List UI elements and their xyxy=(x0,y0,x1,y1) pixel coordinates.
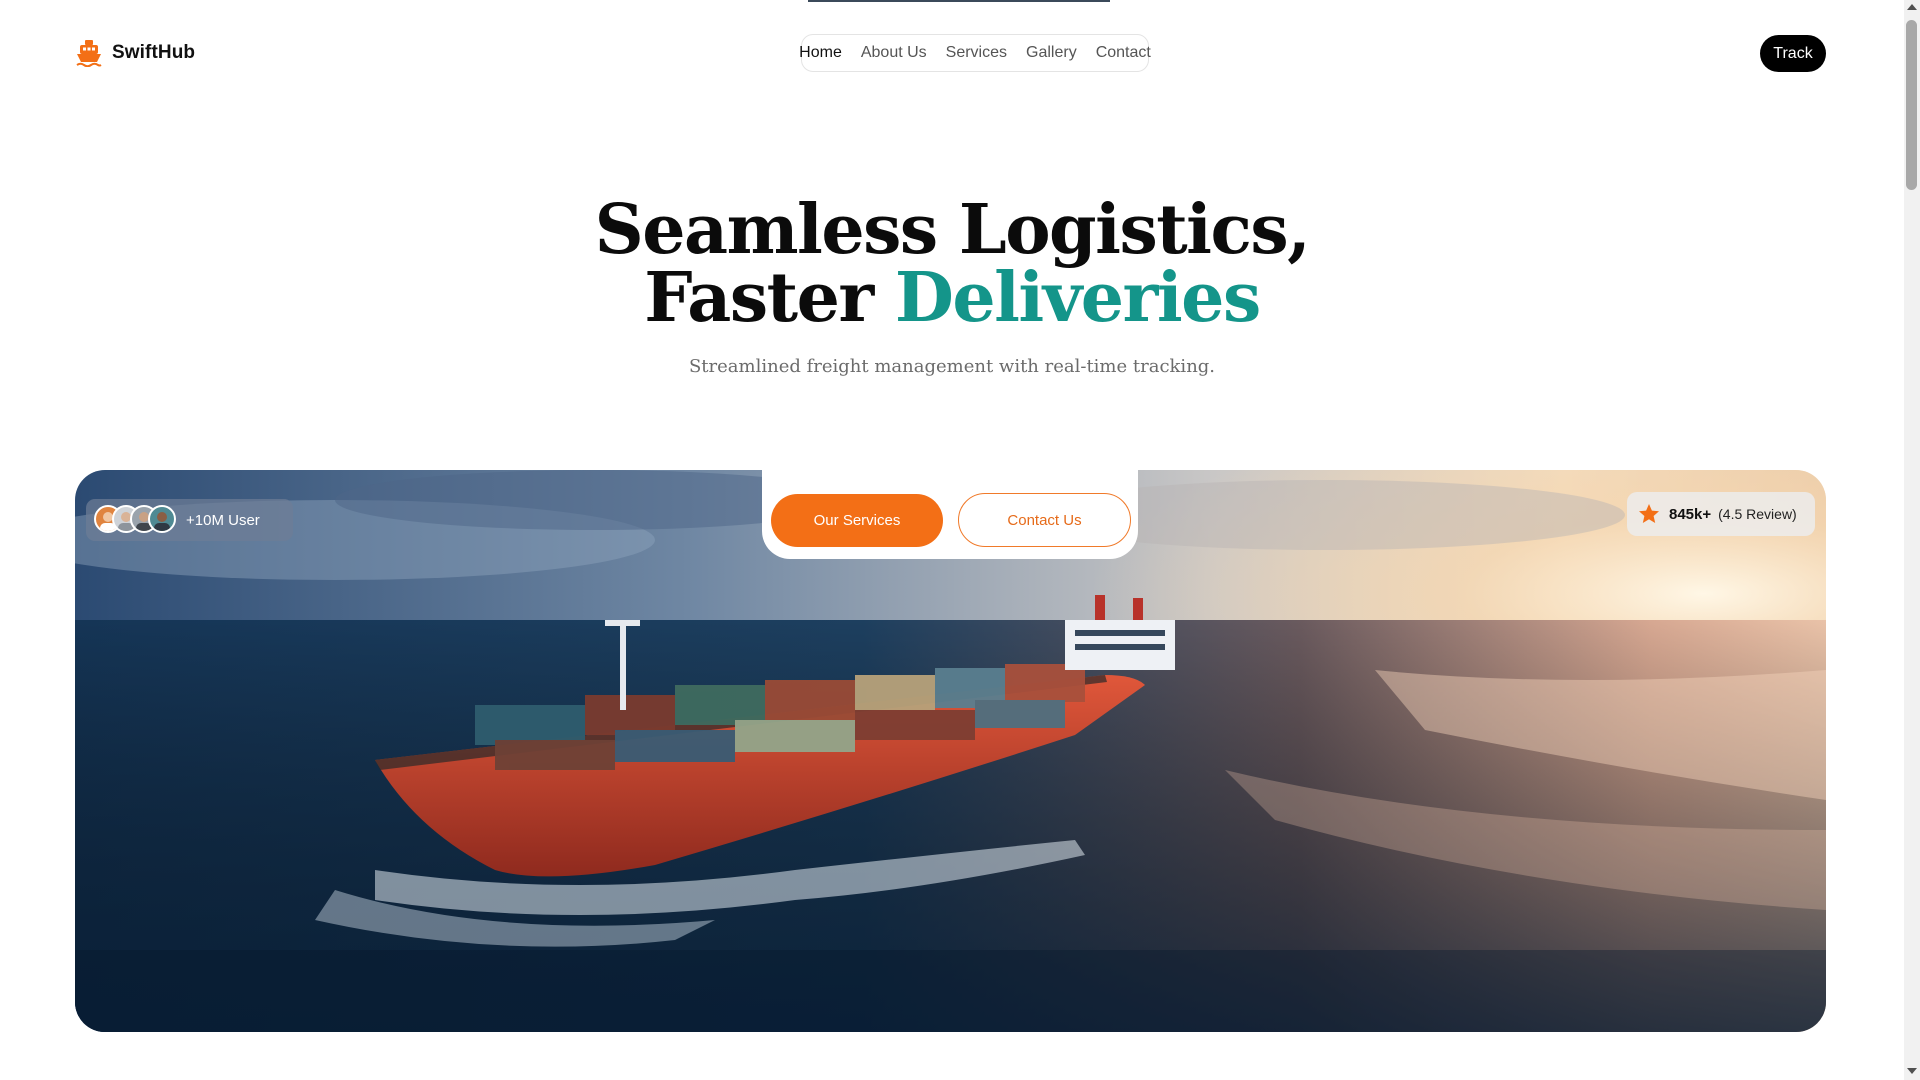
hero-title-line2-accent: Deliveries xyxy=(894,258,1261,338)
rating-review: (4.5 Review) xyxy=(1718,506,1797,522)
our-services-button[interactable]: Our Services xyxy=(771,494,943,547)
brand-name: SwiftHub xyxy=(112,42,196,63)
avatar xyxy=(148,505,176,533)
hero-title: Seamless Logistics, Faster Deliveries xyxy=(0,196,1904,332)
rating-badge: 845k+ (4.5 Review) xyxy=(1627,492,1815,536)
nav-item-home[interactable]: Home xyxy=(799,44,842,62)
nav-item-about-us[interactable]: About Us xyxy=(861,44,927,62)
landing-page: SwiftHub Home About Us Services Gallery … xyxy=(0,0,1904,1080)
star-icon xyxy=(1639,504,1659,523)
top-strip xyxy=(808,0,1110,2)
ship-icon xyxy=(76,40,102,67)
scrollbar-thumb[interactable] xyxy=(1906,20,1917,190)
nav-item-contact[interactable]: Contact xyxy=(1096,44,1151,62)
nav-item-services[interactable]: Services xyxy=(946,44,1007,62)
hero-subtitle: Streamlined freight management with real… xyxy=(688,356,1216,377)
users-badge: +10M User xyxy=(86,499,293,541)
avatar-group xyxy=(94,504,182,536)
rating-count: 845k+ xyxy=(1669,505,1712,523)
scroll-up-arrow-icon[interactable] xyxy=(1907,4,1917,10)
hero-title-line2-plain: Faster xyxy=(644,258,874,338)
contact-us-button[interactable]: Contact Us xyxy=(958,493,1131,547)
scroll-down-arrow-icon[interactable] xyxy=(1907,1068,1917,1074)
nav-item-gallery[interactable]: Gallery xyxy=(1026,44,1077,62)
main-nav: Home About Us Services Gallery Contact xyxy=(799,34,1151,72)
track-button[interactable]: Track xyxy=(1760,35,1826,72)
brand-logo[interactable]: SwiftHub xyxy=(76,39,195,67)
users-count-label: +10M User xyxy=(186,511,260,529)
